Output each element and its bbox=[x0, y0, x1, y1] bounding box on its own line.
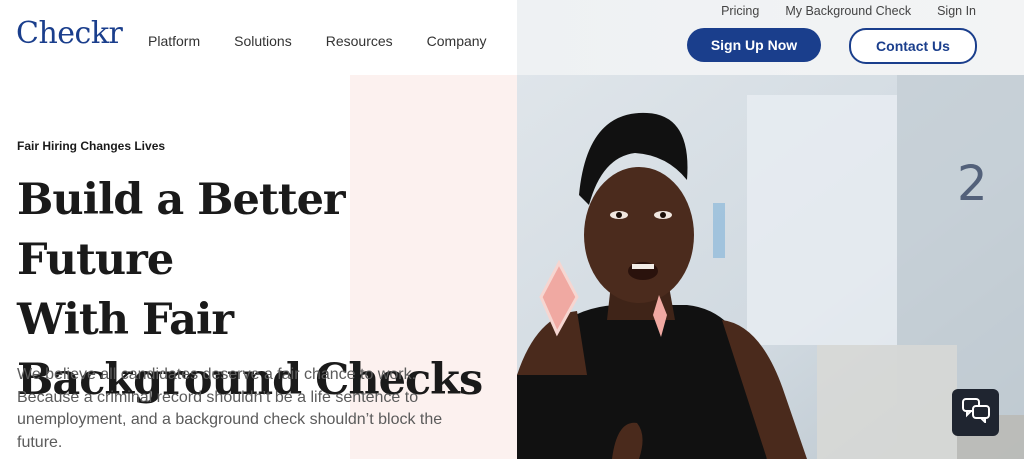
nav-item-company[interactable]: Company bbox=[427, 33, 487, 49]
chat-bubbles-icon bbox=[961, 397, 991, 428]
contact-us-button[interactable]: Contact Us bbox=[849, 28, 977, 64]
nav-item-platform[interactable]: Platform bbox=[148, 33, 200, 49]
hero-eyebrow: Fair Hiring Changes Lives bbox=[17, 139, 166, 153]
utility-link-sign-in[interactable]: Sign In bbox=[937, 4, 976, 18]
utility-nav: Pricing My Background Check Sign In bbox=[695, 4, 976, 18]
nav-item-solutions[interactable]: Solutions bbox=[234, 33, 292, 49]
primary-nav: Platform Solutions Resources Company bbox=[148, 33, 521, 49]
nav-item-resources[interactable]: Resources bbox=[326, 33, 393, 49]
utility-link-pricing[interactable]: Pricing bbox=[721, 4, 759, 18]
utility-link-my-background-check[interactable]: My Background Check bbox=[785, 4, 911, 18]
hero-photo: 2 bbox=[517, 75, 1024, 459]
top-navigation: Checkr Platform Solutions Resources Comp… bbox=[0, 0, 1024, 75]
hero-body-text: We believe all candidates deserve a fair… bbox=[17, 366, 443, 451]
headline-line-2: With Fair bbox=[17, 295, 234, 345]
chat-widget-button[interactable] bbox=[952, 389, 999, 436]
sign-up-button[interactable]: Sign Up Now bbox=[687, 28, 821, 62]
checkr-logo[interactable]: Checkr bbox=[16, 16, 123, 51]
hero-photo-illustration: 2 bbox=[517, 75, 1024, 459]
svg-text:2: 2 bbox=[957, 156, 988, 212]
headline-line-1: Build a Better Future bbox=[17, 175, 346, 285]
